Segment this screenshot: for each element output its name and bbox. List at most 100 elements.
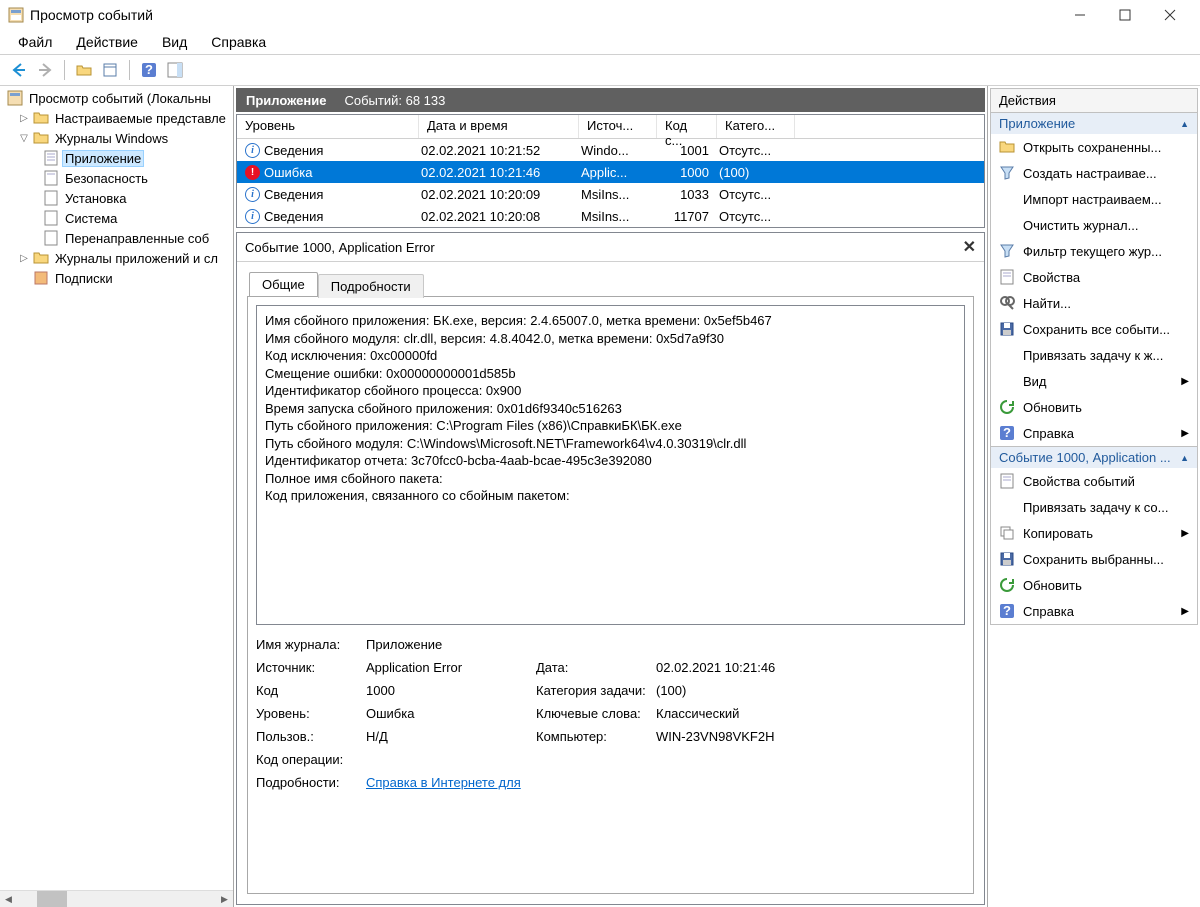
action-item[interactable]: Вид▶ xyxy=(991,368,1197,394)
expand-icon[interactable]: ▷ xyxy=(18,113,30,124)
toolbar: ? xyxy=(0,54,1200,86)
tree-setup[interactable]: Установка xyxy=(0,188,233,208)
action-label: Очистить журнал... xyxy=(1023,218,1138,233)
more-info-link[interactable]: Справка в Интернете для xyxy=(366,775,521,790)
chevron-up-icon: ▲ xyxy=(1180,119,1189,129)
prop-eid-val: 1000 xyxy=(366,683,536,698)
tree-windows-logs[interactable]: ▽ Журналы Windows xyxy=(0,128,233,148)
action-item[interactable]: Сохранить выбранны... xyxy=(991,546,1197,572)
prop-cat-val: (100) xyxy=(656,683,816,698)
col-eid[interactable]: Код с... xyxy=(657,115,717,138)
action-item[interactable]: Привязать задачу к ж... xyxy=(991,342,1197,368)
col-cat[interactable]: Катего... xyxy=(717,115,795,138)
detail-tabs: Общие Подробности xyxy=(237,262,984,296)
open-icon xyxy=(999,139,1015,155)
action-item[interactable]: Копировать▶ xyxy=(991,520,1197,546)
action-label: Вид xyxy=(1023,374,1047,389)
app-icon xyxy=(8,7,24,23)
action-item[interactable]: Свойства xyxy=(991,264,1197,290)
menu-action[interactable]: Действие xyxy=(66,32,148,52)
detail-close-button[interactable]: ✕ xyxy=(963,237,976,257)
find-icon xyxy=(999,295,1015,311)
action-label: Создать настраивае... xyxy=(1023,166,1157,181)
action-item[interactable]: Очистить журнал... xyxy=(991,212,1197,238)
back-button[interactable] xyxy=(8,59,30,81)
event-row[interactable]: iСведения02.02.2021 10:20:08MsiIns...117… xyxy=(237,205,984,227)
tree-system[interactable]: Система xyxy=(0,208,233,228)
action-item[interactable]: Обновить xyxy=(991,394,1197,420)
col-date[interactable]: Дата и время xyxy=(419,115,579,138)
collapse-icon[interactable]: ▽ xyxy=(18,133,30,144)
action-item[interactable]: Импорт настраиваем... xyxy=(991,186,1197,212)
props-icon xyxy=(999,473,1015,489)
actions-section2[interactable]: Событие 1000, Application ... ▲ xyxy=(990,447,1198,468)
action-item[interactable]: Свойства событий xyxy=(991,468,1197,494)
maximize-button[interactable] xyxy=(1102,0,1147,30)
action-item[interactable]: Привязать задачу к со... xyxy=(991,494,1197,520)
tab-details[interactable]: Подробности xyxy=(318,274,424,298)
blank-icon xyxy=(999,499,1015,515)
detail-header: Событие 1000, Application Error ✕ xyxy=(237,233,984,262)
prop-log-val: Приложение xyxy=(366,637,816,652)
refresh-icon xyxy=(999,577,1015,593)
actions-pane: Действия Приложение ▲ Открыть сохраненны… xyxy=(988,86,1200,907)
help-icon: ? xyxy=(999,425,1015,441)
action-item[interactable]: Фильтр текущего жур... xyxy=(991,238,1197,264)
prop-comp-val: WIN-23VN98VKF2H xyxy=(656,729,816,744)
tree-app-services[interactable]: ▷ Журналы приложений и сл xyxy=(0,248,233,268)
action-item[interactable]: Создать настраивае... xyxy=(991,160,1197,186)
prop-eid-lbl: Код xyxy=(256,683,366,698)
blank-icon xyxy=(999,373,1015,389)
tb-help-icon[interactable]: ? xyxy=(138,59,160,81)
info-icon: i xyxy=(245,143,260,158)
action-item[interactable]: ?Справка▶ xyxy=(991,420,1197,446)
chevron-right-icon: ▶ xyxy=(1181,428,1189,439)
prop-source-val: Application Error xyxy=(366,660,536,675)
event-list-header: Уровень Дата и время Источ... Код с... К… xyxy=(237,115,984,139)
event-row[interactable]: iСведения02.02.2021 10:21:52Windo...1001… xyxy=(237,139,984,161)
action-label: Свойства xyxy=(1023,270,1080,285)
tb-open-icon[interactable] xyxy=(73,59,95,81)
action-item[interactable]: Найти... xyxy=(991,290,1197,316)
tree-security[interactable]: Безопасность xyxy=(0,168,233,188)
col-level[interactable]: Уровень xyxy=(237,115,419,138)
tb-props-icon[interactable] xyxy=(99,59,121,81)
tree-subscriptions[interactable]: Подписки xyxy=(0,268,233,288)
filter-icon xyxy=(999,165,1015,181)
action-item[interactable]: Обновить xyxy=(991,572,1197,598)
tree-forwarded[interactable]: Перенаправленные соб xyxy=(0,228,233,248)
tree-custom-views[interactable]: ▷ Настраиваемые представле xyxy=(0,108,233,128)
tab-general[interactable]: Общие xyxy=(249,272,318,296)
tree-application[interactable]: Приложение xyxy=(0,148,233,168)
tree-h-scrollbar[interactable]: ◀▶ xyxy=(0,890,233,907)
refresh-icon xyxy=(999,399,1015,415)
minimize-button[interactable] xyxy=(1057,0,1102,30)
event-row[interactable]: iСведения02.02.2021 10:20:09MsiIns...103… xyxy=(237,183,984,205)
title-bar: Просмотр событий xyxy=(0,0,1200,30)
event-row[interactable]: !Ошибка02.02.2021 10:21:46Applic...1000(… xyxy=(237,161,984,183)
action-item[interactable]: ?Справка▶ xyxy=(991,598,1197,624)
actions-section1[interactable]: Приложение ▲ xyxy=(990,113,1198,134)
close-button[interactable] xyxy=(1147,0,1192,30)
action-item[interactable]: Сохранить все событи... xyxy=(991,316,1197,342)
action-label: Найти... xyxy=(1023,296,1071,311)
event-description[interactable]: Имя сбойного приложения: БК.exe, версия:… xyxy=(256,305,965,625)
menu-file[interactable]: Файл xyxy=(8,32,62,52)
prop-date-val: 02.02.2021 10:21:46 xyxy=(656,660,816,675)
action-item[interactable]: Открыть сохраненны... xyxy=(991,134,1197,160)
save-icon xyxy=(999,551,1015,567)
menu-view[interactable]: Вид xyxy=(152,32,197,52)
tree-root[interactable]: Просмотр событий (Локальны xyxy=(0,88,233,108)
tb-panel-icon[interactable] xyxy=(164,59,186,81)
action-label: Привязать задачу к ж... xyxy=(1023,348,1163,363)
prop-date-lbl: Дата: xyxy=(536,660,656,675)
expand-icon[interactable]: ▷ xyxy=(18,253,30,264)
forward-button[interactable] xyxy=(34,59,56,81)
filter-icon xyxy=(999,243,1015,259)
action-label: Обновить xyxy=(1023,578,1082,593)
menu-help[interactable]: Справка xyxy=(201,32,276,52)
col-source[interactable]: Источ... xyxy=(579,115,657,138)
svg-text:?: ? xyxy=(1003,425,1011,440)
chevron-right-icon: ▶ xyxy=(1181,606,1189,617)
chevron-right-icon: ▶ xyxy=(1181,528,1189,539)
